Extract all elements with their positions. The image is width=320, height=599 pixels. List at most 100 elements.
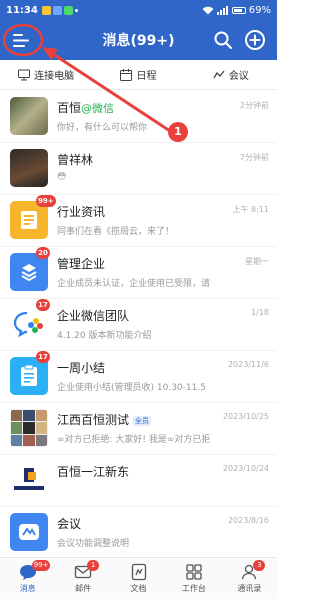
conversation-title: 曾祥林 xyxy=(57,153,94,167)
status-right: 69% xyxy=(202,5,271,16)
tab-mail[interactable]: 1 邮件 xyxy=(55,558,110,599)
meeting-avatar xyxy=(10,513,48,551)
tab-workbench[interactable]: 工作台 xyxy=(166,558,221,599)
conversation-row[interactable]: 江西百恒测试 全员 ∞对方已拒绝: 大家好! 我是∞对方已拒 2023/10/2… xyxy=(0,403,277,455)
calendar-label: 日程 xyxy=(136,71,157,82)
app-header: 消息(99+) xyxy=(0,20,277,60)
conversation-title: 管理企业 xyxy=(57,257,106,271)
wecom-logo-icon xyxy=(14,311,43,338)
bottom-tab-bar: 99+ 消息 1 邮件 文档 工作台 3 通讯录 xyxy=(0,557,277,599)
document-icon xyxy=(131,563,146,581)
search-icon xyxy=(214,31,232,49)
conversation-row[interactable]: 百恒一江新东 2023/10/24 xyxy=(0,455,277,507)
unread-badge: 17 xyxy=(36,299,50,311)
conversation-preview: 你好，有什么可以帮你 xyxy=(57,123,148,133)
conversation-time: 7分钟前 xyxy=(239,153,269,162)
company-logo-avatar xyxy=(10,461,48,499)
meeting-button[interactable]: 会议 xyxy=(185,60,277,90)
annotation-number: 1 xyxy=(168,122,188,142)
notification-icon xyxy=(63,5,73,15)
company-logo-icon xyxy=(14,468,44,490)
connect-pc-label: 连接电脑 xyxy=(34,71,75,82)
monitor-icon xyxy=(18,69,31,80)
quick-actions-bar: 连接电脑 日程 会议 xyxy=(0,60,277,90)
plus-circle-icon xyxy=(245,30,265,50)
conversation-preview: 企业使用小结(管理员收) 10.30-11.5 xyxy=(57,383,206,393)
conversation-title: 会议 xyxy=(57,517,82,531)
conversation-preview: 😳 xyxy=(57,172,67,182)
conversation-preview: 4.1.20 版本新功能介绍 xyxy=(57,331,152,341)
conversation-row[interactable]: 百恒@微信 你好，有什么可以帮你 2分钟前 xyxy=(0,91,277,143)
conversation-list: 百恒@微信 你好，有什么可以帮你 2分钟前 曾祥林 😳 7分钟前 99+ 行业资… xyxy=(0,91,277,559)
hamburger-icon xyxy=(13,33,29,47)
unread-badge: 20 xyxy=(36,247,50,259)
conversation-time: 2023/10/24 xyxy=(222,464,269,473)
tab-badge: 99+ xyxy=(31,560,51,571)
status-bar: 11:34 69% xyxy=(0,0,277,20)
calendar-button[interactable]: 日程 xyxy=(92,60,184,90)
tab-messages[interactable]: 99+ 消息 xyxy=(0,558,55,599)
conversation-row[interactable]: 17 一周小结 企业使用小结(管理员收) 10.30-11.5 2023/11/… xyxy=(0,351,277,403)
battery-icon xyxy=(231,6,246,14)
unread-badge: 17 xyxy=(36,351,50,363)
conversation-row[interactable]: 17 企业微信团队 4.1.20 版本新功能介绍 1/18 xyxy=(0,299,277,351)
admin-icon xyxy=(21,264,37,282)
conversation-time: 星期一 xyxy=(245,257,269,266)
tab-docs[interactable]: 文档 xyxy=(111,558,166,599)
workbench-icon xyxy=(186,564,202,580)
conversation-row[interactable]: 99+ 行业资讯 同事们在看《揽局云，来了！ 上午 8:11 xyxy=(0,195,277,247)
tab-contacts[interactable]: 3 通讯录 xyxy=(222,558,277,599)
conversation-title: 百恒一江新东 xyxy=(57,465,130,479)
tab-badge: 3 xyxy=(253,560,266,571)
search-button[interactable] xyxy=(211,28,235,52)
conversation-preview: ∞对方已拒绝: 大家好! 我是∞对方已拒 xyxy=(57,435,211,445)
calendar-icon xyxy=(120,68,133,81)
tab-label: 通讯录 xyxy=(237,584,262,593)
conversation-row[interactable]: 会议 会议功能调整说明 2023/8/16 xyxy=(0,507,277,559)
meeting-app-icon xyxy=(19,524,39,540)
menu-button[interactable] xyxy=(6,26,36,54)
wechat-tag: @微信 xyxy=(81,102,115,115)
tab-label: 消息 xyxy=(19,584,36,593)
tab-label: 邮件 xyxy=(75,584,92,593)
avatar xyxy=(10,97,48,135)
connect-pc-button[interactable]: 连接电脑 xyxy=(0,60,92,90)
wifi-icon xyxy=(202,6,214,14)
conversation-time: 2023/10/25 xyxy=(222,412,269,421)
signal-icon xyxy=(216,5,228,15)
conversation-time: 1/18 xyxy=(251,308,269,317)
conversation-title: 一周小结 xyxy=(57,361,106,375)
report-icon xyxy=(21,365,37,386)
page-title: 消息(99+) xyxy=(102,33,175,49)
conversation-preview: 会议功能调整说明 xyxy=(57,539,130,549)
conversation-title: 行业资讯 xyxy=(57,205,106,219)
conversation-title: 江西百恒测试 全员 xyxy=(57,413,151,427)
avatar xyxy=(10,149,48,187)
conversation-time: 2分钟前 xyxy=(239,101,269,110)
add-button[interactable] xyxy=(243,28,267,52)
notification-icon xyxy=(52,5,62,15)
group-avatar xyxy=(10,409,48,447)
status-time: 11:34 xyxy=(6,4,38,16)
conversation-preview: 企业成员未认证，企业使用已受限，请 xyxy=(57,279,211,289)
tab-label: 文档 xyxy=(130,584,147,593)
unread-badge: 99+ xyxy=(36,195,56,207)
conversation-row[interactable]: 20 管理企业 企业成员未认证，企业使用已受限，请 星期一 xyxy=(0,247,277,299)
conversation-title: 企业微信团队 xyxy=(57,309,130,323)
all-members-tag: 全员 xyxy=(132,415,151,426)
news-icon xyxy=(21,211,37,229)
meeting-label: 会议 xyxy=(228,71,249,82)
more-notifications-icon xyxy=(74,8,78,12)
wecom-screen: 11:34 69% 消息(99+) 连接电脑 日程 会议 百恒@微信 你好，有什… xyxy=(0,0,277,599)
battery-level: 69% xyxy=(248,4,271,16)
conversation-title: 百恒@微信 xyxy=(57,101,115,115)
notification-icon xyxy=(41,5,51,15)
conversation-row[interactable]: 曾祥林 😳 7分钟前 xyxy=(0,143,277,195)
conversation-time: 2023/11/6 xyxy=(227,360,269,369)
tab-badge: 1 xyxy=(87,560,100,571)
conversation-preview: 同事们在看《揽局云，来了！ xyxy=(57,227,175,237)
tab-label: 工作台 xyxy=(181,584,206,593)
conversation-time: 2023/8/16 xyxy=(227,516,269,525)
meeting-icon xyxy=(213,70,225,78)
conversation-time: 上午 8:11 xyxy=(232,205,269,214)
